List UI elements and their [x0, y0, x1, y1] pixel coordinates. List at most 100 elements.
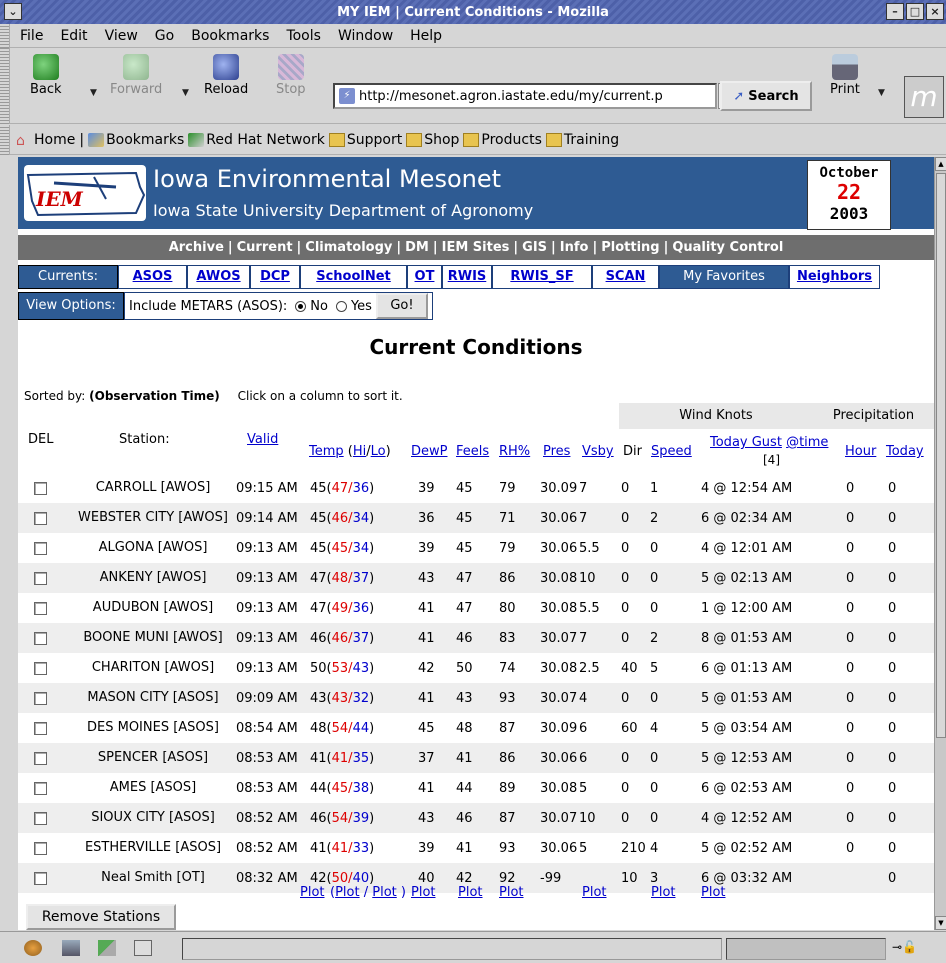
shop-folder[interactable]: Shop	[406, 132, 459, 148]
col-lo[interactable]: Lo	[371, 444, 386, 459]
tab-my-favorites[interactable]: My Favorites	[659, 265, 789, 289]
nav-info[interactable]: Info	[560, 240, 589, 255]
go-button[interactable]: Go!	[375, 293, 428, 319]
col-dewp[interactable]: DewP	[411, 444, 447, 459]
composer-icon[interactable]	[98, 940, 116, 956]
menu-tools[interactable]: Tools	[286, 28, 321, 44]
menu-bookmarks[interactable]: Bookmarks	[191, 28, 269, 44]
nav-quality-control[interactable]: Quality Control	[672, 240, 783, 255]
metars-no-radio[interactable]	[295, 300, 307, 312]
menubar-grip[interactable]	[0, 24, 10, 48]
nav-gis[interactable]: GIS	[522, 240, 547, 255]
delete-checkbox[interactable]	[34, 481, 47, 495]
close-button[interactable]: ×	[926, 3, 944, 20]
plot-hi[interactable]: Plot	[335, 885, 360, 900]
page-proxy-icon[interactable]: ⚡	[339, 88, 355, 104]
col-temp[interactable]: Temp (Hi/Lo)	[309, 444, 391, 459]
col-pres[interactable]: Pres	[543, 444, 570, 459]
menu-view[interactable]: View	[105, 28, 138, 44]
forward-button[interactable]: Forward	[110, 54, 162, 97]
plot-valid[interactable]: Plot	[300, 885, 325, 900]
tab-asos[interactable]: ASOS	[118, 265, 187, 289]
col-gust[interactable]: Today Gust @time	[710, 435, 828, 450]
menu-help[interactable]: Help	[410, 28, 442, 44]
menu-edit[interactable]: Edit	[60, 28, 87, 44]
delete-checkbox[interactable]	[34, 871, 47, 885]
delete-checkbox[interactable]	[34, 811, 47, 825]
tab-scan[interactable]: SCAN	[592, 265, 659, 289]
back-button[interactable]: Back	[30, 54, 62, 97]
col-today[interactable]: Today	[886, 444, 924, 459]
window-menu-button[interactable]: ⌄	[4, 3, 22, 20]
col-rh[interactable]: RH%	[499, 444, 530, 459]
delete-checkbox[interactable]	[34, 541, 47, 555]
col-vsby[interactable]: Vsby	[582, 444, 614, 459]
delete-checkbox[interactable]	[34, 841, 47, 855]
red-hat-network-link[interactable]: Red Hat Network	[188, 132, 325, 148]
scroll-down-icon[interactable]: ▼	[935, 916, 946, 930]
col-feels[interactable]: Feels	[456, 444, 489, 459]
search-button[interactable]: ➚ Search	[720, 81, 812, 111]
iem-logo[interactable]: IEM	[24, 165, 146, 221]
delete-checkbox[interactable]	[34, 571, 47, 585]
delete-checkbox[interactable]	[34, 661, 47, 675]
training-folder[interactable]: Training	[545, 132, 619, 148]
address-book-icon[interactable]	[134, 940, 152, 956]
plot-vsby[interactable]: Plot	[582, 885, 607, 900]
nav-plotting[interactable]: Plotting	[601, 240, 659, 255]
nav-current[interactable]: Current	[237, 240, 293, 255]
col-hi[interactable]: Hi	[353, 444, 366, 459]
plot-speed[interactable]: Plot	[651, 885, 676, 900]
col-speed[interactable]: Speed	[651, 444, 692, 459]
col-valid[interactable]: Valid	[247, 432, 278, 447]
menu-file[interactable]: File	[20, 28, 43, 44]
url-bar[interactable]: ⚡ http://mesonet.agron.iastate.edu/my/cu…	[333, 83, 717, 109]
tab-rwis-sf[interactable]: RWIS_SF	[492, 265, 592, 289]
print-button[interactable]: Print	[830, 54, 860, 97]
remove-stations-button[interactable]: Remove Stations	[26, 904, 176, 930]
forward-dropdown-icon[interactable]: ▼	[182, 88, 189, 98]
print-dropdown-icon[interactable]: ▼	[878, 88, 885, 98]
menu-go[interactable]: Go	[155, 28, 174, 44]
products-folder[interactable]: Products	[463, 132, 542, 148]
delete-checkbox[interactable]	[34, 631, 47, 645]
delete-checkbox[interactable]	[34, 781, 47, 795]
plot-lo[interactable]: Plot	[372, 885, 397, 900]
tab-neighbors[interactable]: Neighbors	[789, 265, 880, 289]
menu-window[interactable]: Window	[338, 28, 393, 44]
minimize-button[interactable]: –	[886, 3, 904, 20]
tab-schoolnet[interactable]: SchoolNet	[300, 265, 407, 289]
nav-archive[interactable]: Archive	[169, 240, 224, 255]
tab-awos[interactable]: AWOS	[187, 265, 250, 289]
delete-checkbox[interactable]	[34, 751, 47, 765]
home-link[interactable]: ⌂ Home	[16, 132, 75, 149]
back-dropdown-icon[interactable]: ▼	[90, 88, 97, 98]
mozilla-throbber-icon[interactable]: m	[904, 76, 944, 118]
tab-ot[interactable]: OT	[407, 265, 442, 289]
navbar-grip[interactable]	[0, 48, 10, 124]
delete-checkbox[interactable]	[34, 601, 47, 615]
reload-button[interactable]: Reload	[204, 54, 248, 97]
maximize-button[interactable]: □	[906, 3, 924, 20]
scroll-thumb[interactable]	[936, 173, 946, 738]
support-folder[interactable]: Support	[328, 132, 402, 148]
delete-checkbox[interactable]	[34, 691, 47, 705]
scroll-up-icon[interactable]: ▲	[935, 157, 946, 171]
personal-grip[interactable]	[0, 125, 10, 155]
col-hour[interactable]: Hour	[845, 444, 876, 459]
nav-climatology[interactable]: Climatology	[305, 240, 392, 255]
tab-dcp[interactable]: DCP	[250, 265, 300, 289]
stop-button[interactable]: Stop	[276, 54, 306, 97]
tab-rwis[interactable]: RWIS	[442, 265, 492, 289]
security-lock-icon[interactable]: ⊸🔓	[892, 940, 917, 954]
plot-feels[interactable]: Plot	[458, 885, 483, 900]
bookmarks-menu[interactable]: Bookmarks	[88, 132, 184, 148]
nav-iem-sites[interactable]: IEM Sites	[442, 240, 510, 255]
col-time[interactable]: @time	[786, 435, 828, 450]
nav-dm[interactable]: DM	[405, 240, 429, 255]
plot-gust[interactable]: Plot	[701, 885, 726, 900]
delete-checkbox[interactable]	[34, 511, 47, 525]
plot-dewp[interactable]: Plot	[411, 885, 436, 900]
plot-rh[interactable]: Plot	[499, 885, 524, 900]
mail-icon[interactable]	[62, 940, 80, 956]
